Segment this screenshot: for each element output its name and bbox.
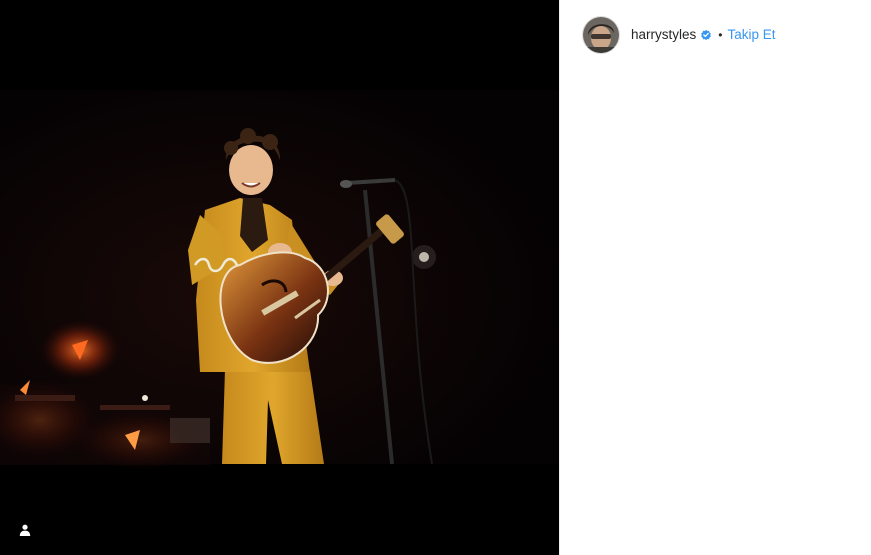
separator-dot: • — [718, 28, 723, 42]
post-media[interactable] — [0, 0, 559, 555]
concert-photo — [0, 0, 559, 555]
header-text: harrystyles • Takip Et — [631, 26, 776, 44]
avatar[interactable] — [582, 16, 620, 54]
username-link[interactable]: harrystyles — [631, 26, 696, 44]
post-sidebar: harrystyles • Takip Et — [559, 0, 871, 555]
instagram-post: harrystyles • Takip Et — [0, 0, 871, 555]
person-icon — [19, 524, 31, 536]
avatar-image — [583, 17, 619, 53]
tag-people-button[interactable] — [14, 519, 36, 541]
follow-button[interactable]: Takip Et — [727, 26, 775, 44]
verified-badge-icon — [701, 29, 712, 41]
post-header: harrystyles • Takip Et — [560, 0, 871, 70]
